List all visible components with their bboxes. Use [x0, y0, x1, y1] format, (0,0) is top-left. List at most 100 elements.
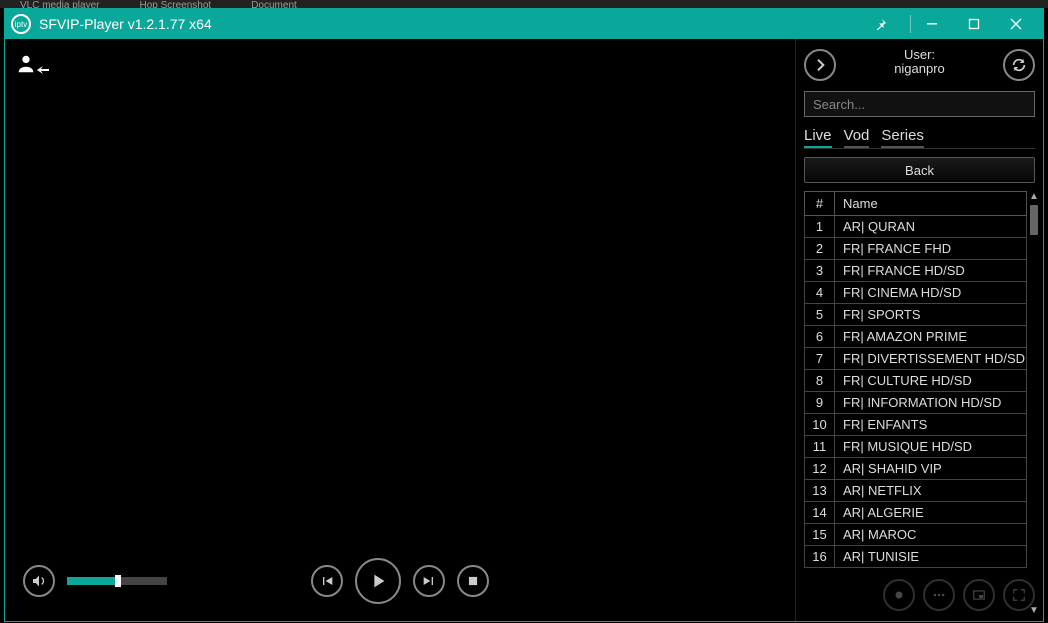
pin-button[interactable]	[860, 10, 902, 38]
row-name: FR| INFORMATION HD/SD	[835, 392, 1026, 413]
row-number: 9	[805, 392, 835, 413]
volume-thumb[interactable]	[115, 575, 121, 587]
row-name: FR| FRANCE HD/SD	[835, 260, 1026, 281]
list-item[interactable]: 16AR| TUNISIE	[804, 546, 1027, 568]
row-number: 5	[805, 304, 835, 325]
row-number: 6	[805, 326, 835, 347]
list-header: # Name	[804, 191, 1027, 216]
record-icon	[892, 588, 906, 602]
fullscreen-icon	[1012, 588, 1026, 602]
refresh-button[interactable]	[1003, 49, 1035, 81]
list-item[interactable]: 2FR| FRANCE FHD	[804, 238, 1027, 260]
list-item[interactable]: 11FR| MUSIQUE HD/SD	[804, 436, 1027, 458]
minimize-button[interactable]	[911, 10, 953, 38]
list-item[interactable]: 13AR| NETFLIX	[804, 480, 1027, 502]
scroll-thumb[interactable]	[1030, 205, 1038, 235]
volume-slider[interactable]	[67, 577, 167, 585]
user-label: User:	[836, 48, 1003, 62]
row-number: 13	[805, 480, 835, 501]
window-title: SFVIP-Player v1.2.1.77 x64	[39, 16, 860, 32]
row-number: 7	[805, 348, 835, 369]
sidebar: User: niganpro Live Vod Series Back	[795, 39, 1043, 621]
list-item[interactable]: 6FR| AMAZON PRIME	[804, 326, 1027, 348]
row-name: AR| MAROC	[835, 524, 1026, 545]
fullscreen-button[interactable]	[1003, 579, 1035, 611]
extra-controls	[883, 579, 1035, 611]
header-num[interactable]: #	[805, 192, 835, 215]
skip-prev-icon	[319, 573, 335, 589]
next-button[interactable]	[413, 565, 445, 597]
row-name: AR| SHAHID VIP	[835, 458, 1026, 479]
forward-nav-button[interactable]	[804, 49, 836, 81]
list-item[interactable]: 15AR| MAROC	[804, 524, 1027, 546]
row-number: 10	[805, 414, 835, 435]
list-item[interactable]: 5FR| SPORTS	[804, 304, 1027, 326]
tab-series[interactable]: Series	[881, 127, 924, 148]
tab-live[interactable]: Live	[804, 127, 832, 148]
row-name: FR| DIVERTISSEMENT HD/SD	[835, 348, 1026, 369]
list-item[interactable]: 3FR| FRANCE HD/SD	[804, 260, 1027, 282]
content-tabs: Live Vod Series	[796, 123, 1043, 148]
speaker-icon	[31, 573, 47, 589]
aspect-button[interactable]	[923, 579, 955, 611]
list-item[interactable]: 1AR| QURAN	[804, 216, 1027, 238]
chevron-right-icon	[812, 57, 828, 73]
taskbar-item: VLC media player	[0, 0, 119, 8]
scroll-up-icon[interactable]: ▲	[1027, 191, 1041, 203]
row-number: 3	[805, 260, 835, 281]
row-name: AR| ALGERIE	[835, 502, 1026, 523]
back-button[interactable]: Back	[804, 157, 1035, 183]
list-item[interactable]: 9FR| INFORMATION HD/SD	[804, 392, 1027, 414]
header-name[interactable]: Name	[835, 192, 1026, 215]
row-name: AR| TUNISIE	[835, 546, 1026, 567]
tabs-underline	[804, 148, 1035, 149]
previous-button[interactable]	[311, 565, 343, 597]
row-number: 16	[805, 546, 835, 567]
close-button[interactable]	[995, 10, 1037, 38]
tab-vod[interactable]: Vod	[844, 127, 870, 148]
refresh-icon	[1011, 57, 1027, 73]
list-item[interactable]: 8FR| CULTURE HD/SD	[804, 370, 1027, 392]
switch-user-button[interactable]	[15, 53, 49, 75]
maximize-button[interactable]	[953, 10, 995, 38]
record-button[interactable]	[883, 579, 915, 611]
scrollbar[interactable]: ▲ ▼	[1027, 191, 1041, 617]
taskbar-item: Document	[231, 0, 317, 8]
taskbar-item: Hop Screenshot	[119, 0, 231, 8]
list-item[interactable]: 4FR| CINEMA HD/SD	[804, 282, 1027, 304]
row-number: 4	[805, 282, 835, 303]
titlebar[interactable]: iptv SFVIP-Player v1.2.1.77 x64	[5, 9, 1043, 39]
row-name: FR| FRANCE FHD	[835, 238, 1026, 259]
app-window: iptv SFVIP-Player v1.2.1.77 x64	[4, 8, 1044, 622]
skip-next-icon	[421, 573, 437, 589]
row-number: 2	[805, 238, 835, 259]
volume-fill	[67, 577, 115, 585]
row-number: 12	[805, 458, 835, 479]
search-input[interactable]	[804, 91, 1035, 117]
os-taskbar: VLC media player Hop Screenshot Document	[0, 0, 1048, 8]
category-list: # Name 1AR| QURAN2FR| FRANCE FHD3FR| FRA…	[804, 191, 1027, 617]
stop-icon	[466, 574, 480, 588]
list-item[interactable]: 10FR| ENFANTS	[804, 414, 1027, 436]
row-name: FR| MUSIQUE HD/SD	[835, 436, 1026, 457]
volume-button[interactable]	[23, 565, 55, 597]
user-icon	[15, 53, 37, 75]
user-name: niganpro	[836, 62, 1003, 76]
arrow-left-icon	[37, 65, 49, 75]
row-name: FR| AMAZON PRIME	[835, 326, 1026, 347]
list-item[interactable]: 7FR| DIVERTISSEMENT HD/SD	[804, 348, 1027, 370]
row-number: 8	[805, 370, 835, 391]
list-item[interactable]: 12AR| SHAHID VIP	[804, 458, 1027, 480]
stop-button[interactable]	[457, 565, 489, 597]
aspect-icon	[932, 588, 946, 602]
player-controls	[5, 551, 795, 611]
play-button[interactable]	[355, 558, 401, 604]
row-number: 15	[805, 524, 835, 545]
video-viewport[interactable]	[5, 39, 795, 621]
row-name: AR| QURAN	[835, 216, 1026, 237]
list-item[interactable]: 14AR| ALGERIE	[804, 502, 1027, 524]
pip-button[interactable]	[963, 579, 995, 611]
user-info: User: niganpro	[836, 48, 1003, 82]
row-number: 1	[805, 216, 835, 237]
row-number: 11	[805, 436, 835, 457]
